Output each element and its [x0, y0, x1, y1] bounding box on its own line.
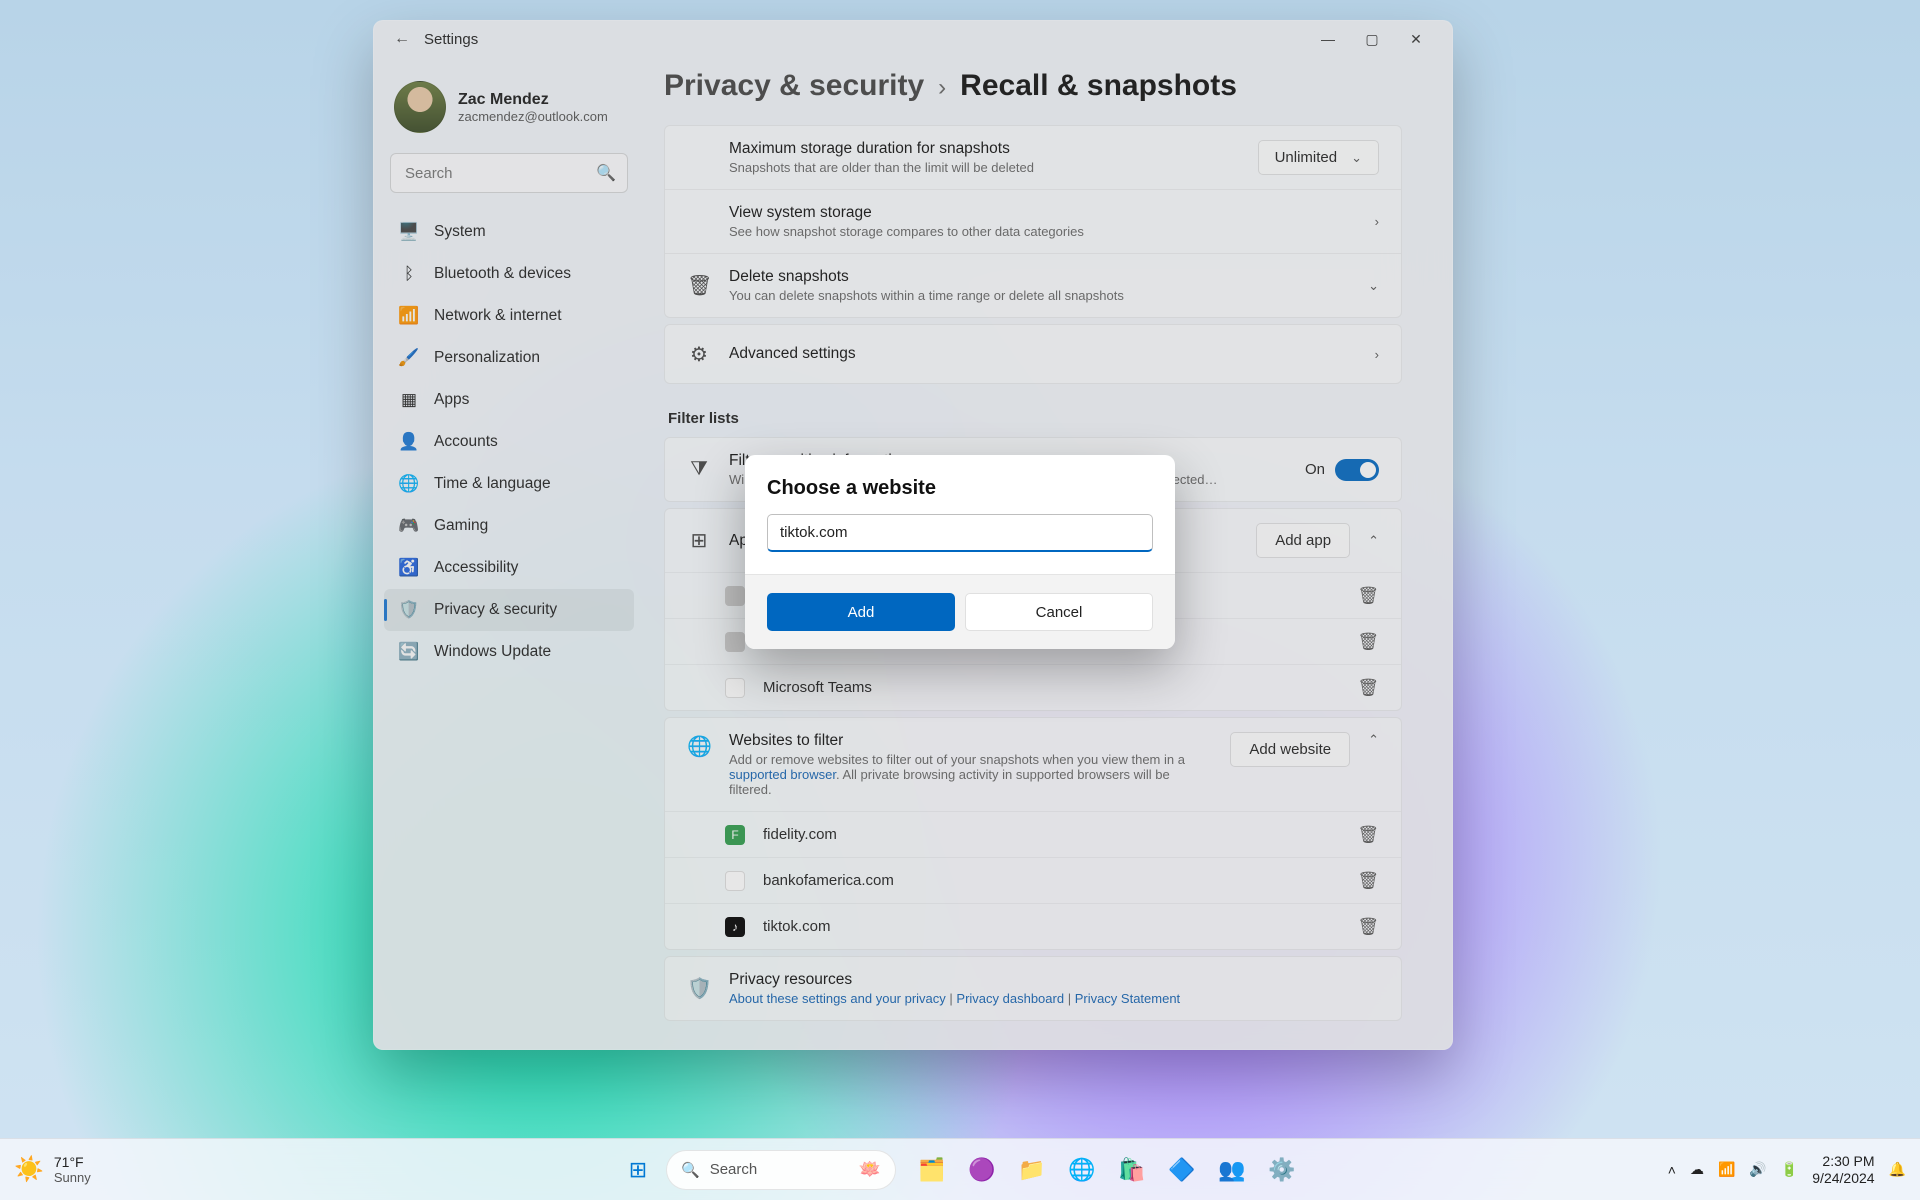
edge-button[interactable]: 🌐: [1060, 1148, 1104, 1192]
clock-date: 9/24/2024: [1812, 1170, 1874, 1186]
start-button[interactable]: ⊞: [616, 1148, 660, 1192]
tray-onedrive-icon[interactable]: ☁: [1690, 1161, 1704, 1178]
taskbar-search-label: Search: [710, 1161, 758, 1178]
dialog-cancel-button[interactable]: Cancel: [965, 593, 1153, 631]
desktop: ← Settings — ▢ ✕ Zac Mendez zacmendez@ou…: [0, 0, 1920, 1200]
weather-icon: ☀️: [14, 1155, 44, 1184]
store-button[interactable]: 🛍️: [1110, 1148, 1154, 1192]
dialog-add-button[interactable]: Add: [767, 593, 955, 631]
taskbar-center: ⊞ 🔍 Search 🪷 🗂️ 🟣 📁 🌐 🛍️ 🔷 👥 ⚙️: [616, 1148, 1304, 1192]
tray-wifi-icon[interactable]: 📶: [1718, 1161, 1735, 1178]
dialog-title: Choose a website: [745, 455, 1175, 514]
settings-taskbar-button[interactable]: ⚙️: [1260, 1148, 1304, 1192]
tray-chevron-icon[interactable]: ˄: [1668, 1162, 1676, 1178]
app-button[interactable]: 🔷: [1160, 1148, 1204, 1192]
notifications-icon[interactable]: 🔔: [1889, 1161, 1906, 1178]
taskbar: ☀️ 71°F Sunny ⊞ 🔍 Search 🪷 🗂️ 🟣 📁 🌐 🛍️ 🔷…: [0, 1138, 1920, 1200]
clock-time: 2:30 PM: [1812, 1153, 1874, 1169]
taskbar-search[interactable]: 🔍 Search 🪷: [666, 1150, 896, 1190]
choose-website-dialog: Choose a website Add Cancel: [745, 455, 1175, 649]
teams-button[interactable]: 👥: [1210, 1148, 1254, 1192]
taskbar-weather[interactable]: ☀️ 71°F Sunny: [14, 1154, 91, 1185]
explorer-button[interactable]: 📁: [1010, 1148, 1054, 1192]
weather-temp: 71°F: [54, 1154, 91, 1170]
taskbar-clock[interactable]: 2:30 PM 9/24/2024: [1812, 1153, 1874, 1185]
tray-volume-icon[interactable]: 🔊: [1749, 1161, 1766, 1178]
task-view-button[interactable]: 🗂️: [910, 1148, 954, 1192]
tray-battery-icon[interactable]: 🔋: [1781, 1161, 1798, 1178]
copilot-button[interactable]: 🟣: [960, 1148, 1004, 1192]
search-highlight-icon: 🪷: [859, 1159, 881, 1180]
website-url-input[interactable]: [767, 514, 1153, 552]
search-icon: 🔍: [681, 1161, 700, 1179]
weather-cond: Sunny: [54, 1170, 91, 1185]
system-tray[interactable]: ˄ ☁ 📶 🔊 🔋 2:30 PM 9/24/2024 🔔: [1668, 1153, 1906, 1185]
